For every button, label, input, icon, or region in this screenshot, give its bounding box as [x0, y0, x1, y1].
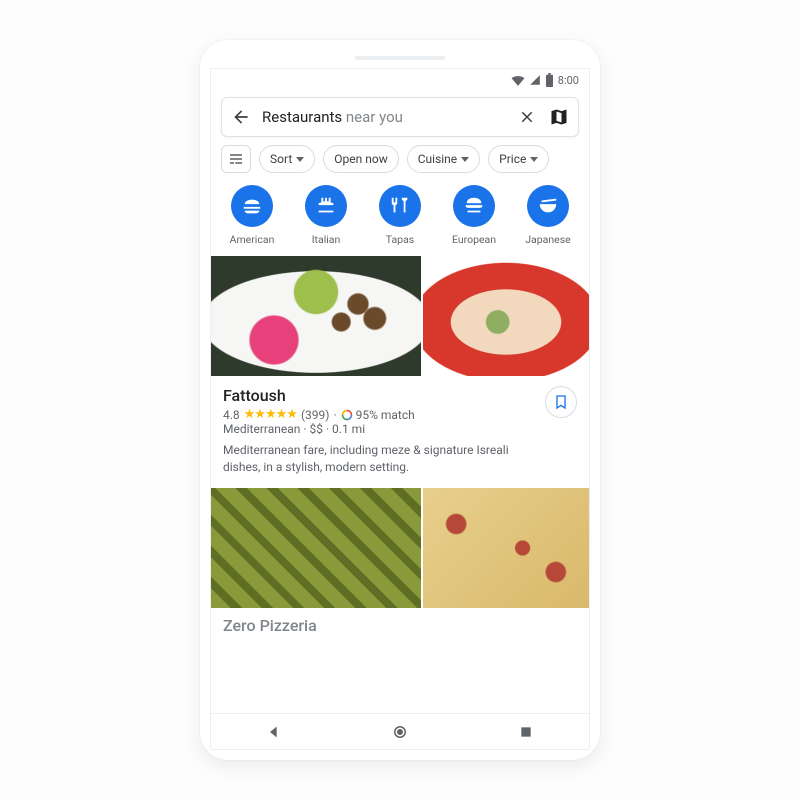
review-count: (399)	[301, 408, 330, 422]
phone-speaker	[355, 56, 445, 60]
result-tags: Mediterranean · $$ · 0.1 mi	[223, 422, 577, 436]
map-icon[interactable]	[548, 106, 570, 128]
result-meta: 4.8 ★★★★★ (399) · 95% match	[223, 407, 577, 422]
italian-icon	[305, 185, 347, 227]
nav-home-icon[interactable]	[380, 723, 420, 741]
chevron-down-icon	[296, 157, 304, 162]
chevron-down-icon	[530, 157, 538, 162]
results-list[interactable]: Fattoush 4.8 ★★★★★ (399) · 95% match Med…	[211, 256, 589, 713]
result-image[interactable]	[211, 256, 421, 376]
result-image-row[interactable]	[211, 256, 589, 376]
burger-icon	[231, 185, 273, 227]
search-bar[interactable]: Restaurants near you	[221, 97, 579, 137]
result-image[interactable]	[211, 488, 421, 608]
star-icon: ★★★★★	[244, 407, 297, 422]
filter-chip-row: Sort Open now Cuisine Price	[211, 145, 589, 183]
category-european[interactable]: European	[445, 185, 503, 246]
search-term: Restaurants	[262, 108, 342, 126]
result-card-zero-pizzeria[interactable]: Zero Pizzeria	[211, 608, 589, 635]
category-tapas[interactable]: Tapas	[371, 185, 429, 246]
result-image[interactable]	[423, 256, 589, 376]
filter-price[interactable]: Price	[488, 145, 549, 173]
tapas-icon	[379, 185, 421, 227]
phone-frame: 8:00 Restaurants near you Sort Open now	[200, 40, 600, 760]
result-title: Fattoush	[223, 386, 577, 405]
back-icon[interactable]	[230, 106, 252, 128]
status-bar: 8:00	[211, 69, 589, 91]
rating-value: 4.8	[223, 408, 240, 422]
cell-signal-icon	[529, 74, 541, 86]
result-image-row[interactable]	[211, 488, 589, 608]
android-nav-bar	[211, 713, 589, 749]
filter-sort[interactable]: Sort	[259, 145, 315, 173]
filter-cuisine[interactable]: Cuisine	[407, 145, 480, 173]
bookmark-button[interactable]	[545, 386, 577, 418]
category-american[interactable]: American	[223, 185, 281, 246]
match-badge: 95% match	[341, 408, 415, 422]
nav-back-icon[interactable]	[254, 724, 294, 740]
search-query[interactable]: Restaurants near you	[262, 108, 506, 126]
wifi-icon	[511, 74, 525, 86]
european-icon	[453, 185, 495, 227]
category-japanese[interactable]: Japanese	[519, 185, 577, 246]
clock-text: 8:00	[558, 74, 579, 87]
result-description: Mediterranean fare, including meze & sig…	[223, 442, 523, 476]
clear-icon[interactable]	[516, 106, 538, 128]
result-card-fattoush[interactable]: Fattoush 4.8 ★★★★★ (399) · 95% match Med…	[211, 376, 589, 488]
search-suffix: near you	[342, 108, 403, 126]
result-image[interactable]	[423, 488, 589, 608]
filter-tune-button[interactable]	[221, 145, 251, 173]
filter-open-now[interactable]: Open now	[323, 145, 398, 173]
battery-icon	[545, 73, 554, 87]
japanese-icon	[527, 185, 569, 227]
nav-recent-icon[interactable]	[506, 725, 546, 739]
chevron-down-icon	[461, 157, 469, 162]
screen: 8:00 Restaurants near you Sort Open now	[210, 68, 590, 750]
category-row: American Italian Tapas European	[211, 183, 589, 256]
category-italian[interactable]: Italian	[297, 185, 355, 246]
result-title: Zero Pizzeria	[223, 616, 577, 635]
